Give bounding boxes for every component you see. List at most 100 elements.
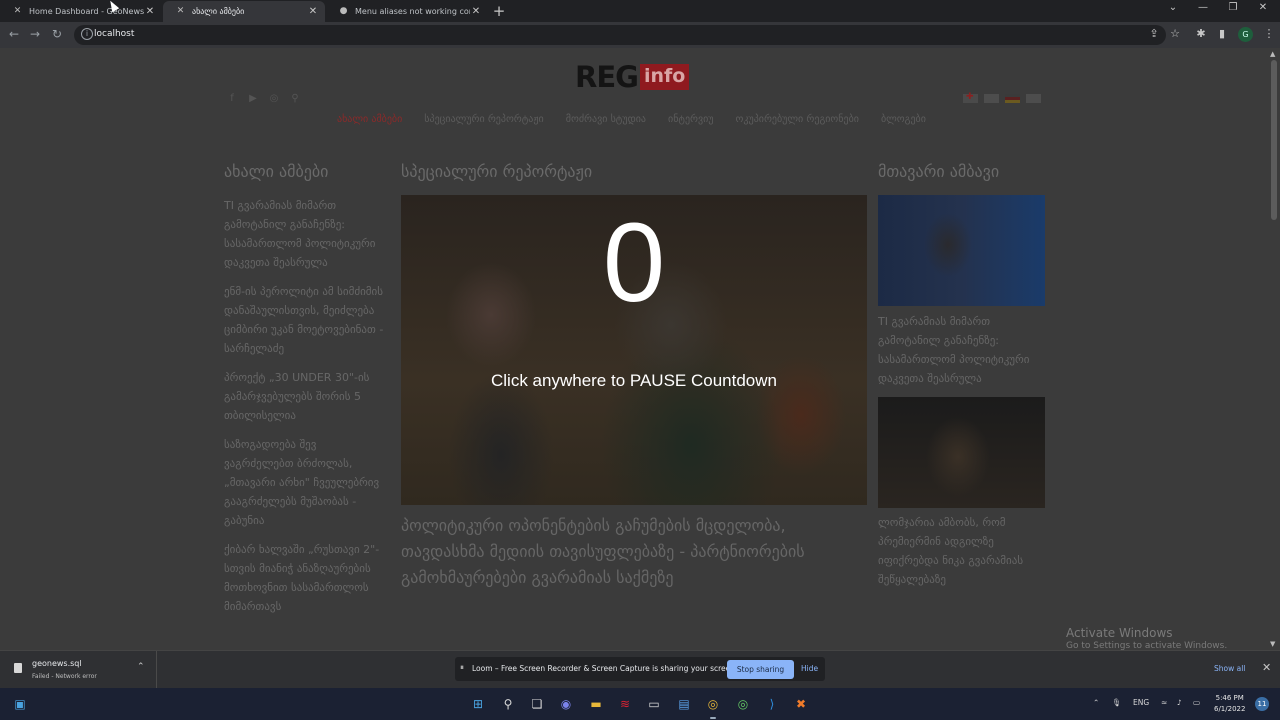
tray-chevron-icon[interactable]: ⌃ [1093, 698, 1099, 707]
georgian-flag-icon[interactable] [963, 92, 978, 103]
side-panel-icon[interactable]: ▮ [1214, 27, 1230, 40]
tab-title: ახალი ამბები [192, 7, 245, 16]
search-icon[interactable]: ⚲ [289, 93, 301, 104]
file-icon [14, 663, 22, 673]
close-icon[interactable]: ✕ [1262, 661, 1271, 674]
forward-icon[interactable]: → [27, 27, 43, 41]
logo-text: REG [575, 60, 639, 94]
english-flag-icon[interactable] [984, 94, 999, 103]
main-story-image[interactable] [878, 397, 1045, 508]
site-info-icon[interactable]: i [81, 28, 93, 40]
menu-item-interview[interactable]: ინტერვიუ [668, 114, 714, 125]
reload-icon[interactable]: ↻ [49, 27, 65, 41]
tab-title: Menu aliases not working correc [355, 7, 470, 16]
microphone-icon[interactable]: 🎙 [1112, 698, 1122, 707]
tab-news[interactable]: ✕ ახალი ამბები ✕ [163, 1, 325, 22]
share-icon[interactable]: ⇪ [1146, 27, 1162, 40]
news-list-item[interactable]: ენმ-ის პეროლიტი ამ სიმძიმის დანაშაულისთვ… [224, 282, 384, 358]
russian-flag-icon[interactable] [1026, 94, 1041, 103]
stop-sharing-button[interactable]: Stop sharing [727, 660, 794, 679]
notepad-icon[interactable]: ▤ [676, 696, 692, 712]
youtube-icon[interactable]: ▶ [247, 93, 259, 104]
menu-item-blogs[interactable]: ბლოგები [881, 114, 926, 125]
screen-share-message: Loom – Free Screen Recorder & Screen Cap… [472, 664, 738, 673]
restore-icon[interactable]: ❐ [1223, 2, 1243, 13]
page-scrollbar[interactable]: ▲ ▼ [1268, 48, 1280, 650]
countdown-pause-message[interactable]: Click anywhere to PAUSE Countdown [401, 371, 867, 391]
download-status: Failed - Network error [32, 673, 97, 680]
xampp-icon[interactable]: ✖ [793, 696, 809, 712]
chat-icon[interactable]: ◉ [558, 696, 574, 712]
tab-github[interactable]: ● Menu aliases not working correc ✕ [326, 1, 488, 22]
watermark-title: Activate Windows [1066, 626, 1173, 640]
site-logo[interactable]: REG info [575, 60, 690, 94]
file-explorer-icon[interactable]: ▬ [588, 696, 604, 712]
close-tab-icon[interactable]: ✕ [470, 6, 482, 17]
profile-avatar[interactable]: G [1238, 27, 1253, 42]
tab-search-icon[interactable]: ⌄ [1163, 2, 1183, 13]
bookmark-star-icon[interactable]: ☆ [1167, 27, 1183, 40]
close-tab-icon[interactable]: ✕ [307, 6, 319, 17]
screen-share-banner: ⏸ Loom – Free Screen Recorder & Screen C… [455, 657, 825, 681]
scroll-down-icon[interactable]: ▼ [1270, 640, 1275, 648]
news-list-item[interactable]: TI გვარამიას მიმართ გამოტანილ განაჩენზე:… [224, 196, 384, 272]
tab-title: Home Dashboard - GeoNews - Ad [29, 7, 144, 16]
back-icon[interactable]: ← [6, 27, 22, 41]
chrome-alt-icon[interactable]: ◎ [735, 696, 751, 712]
menu-item-news[interactable]: ახალი ამბები [337, 114, 402, 125]
windows-widgets-icon[interactable]: ▣ [12, 696, 28, 712]
extensions-icon[interactable]: ✱ [1193, 27, 1209, 40]
x-icon: ✕ [13, 6, 22, 16]
close-window-icon[interactable]: ✕ [1253, 2, 1273, 13]
notification-badge[interactable]: 11 [1255, 697, 1269, 711]
menu-item-mobile-studio[interactable]: მოძრავი სტუდია [566, 114, 646, 125]
filezilla-icon[interactable]: ≋ [617, 696, 633, 712]
news-list: TI გვარამიას მიმართ გამოტანილ განაჩენზე:… [224, 196, 384, 626]
scrollbar-thumb[interactable] [1271, 60, 1277, 220]
chevron-up-icon[interactable]: ⌃ [137, 662, 145, 672]
battery-icon[interactable]: ▭ [1193, 698, 1200, 707]
new-tab-button[interactable]: + [490, 2, 508, 20]
close-tab-icon[interactable]: ✕ [144, 6, 156, 17]
address-bar[interactable]: i localhost [74, 25, 1166, 45]
activate-windows-watermark: Activate Windows Go to Settings to activ… [1066, 626, 1227, 650]
github-icon: ● [339, 6, 348, 16]
menu-item-occupied-regions[interactable]: ოკუპირებული რეგიონები [736, 114, 859, 125]
scroll-up-icon[interactable]: ▲ [1270, 50, 1275, 58]
main-menu: ახალი ამბები სპეციალური რეპორტაჟი მოძრავ… [337, 114, 926, 125]
pause-icon: ⏸ [460, 663, 464, 672]
language-indicator[interactable]: ENG [1133, 698, 1149, 707]
instagram-icon[interactable]: ◎ [268, 93, 280, 104]
web-page: REG info f ▶ ◎ ⚲ ახალი ამბები სპეციალური… [0, 48, 1268, 650]
task-view-icon[interactable]: ❏ [529, 696, 545, 712]
countdown-number: 0 [602, 200, 666, 325]
hide-button[interactable]: Hide [801, 664, 818, 673]
social-links: f ▶ ◎ ⚲ [226, 93, 301, 104]
volume-icon[interactable]: ♪ [1177, 698, 1182, 707]
minimize-icon[interactable]: — [1193, 2, 1213, 13]
wifi-icon[interactable]: ≈ [1161, 698, 1167, 707]
menu-item-special-report[interactable]: სპეციალური რეპორტაჟი [424, 114, 543, 125]
main-story-caption[interactable]: ლომჯარია ამბობს, რომ პრემიერმინ ადგილზე … [878, 513, 1043, 589]
terminal-icon[interactable]: ▭ [646, 696, 662, 712]
facebook-icon[interactable]: f [226, 93, 238, 104]
download-item[interactable]: geonews.sql Failed - Network error ⌃ [0, 651, 157, 689]
show-all-button[interactable]: Show all [1214, 664, 1245, 673]
news-list-item[interactable]: პროექტ „30 UNDER 30"-ის გამარჯვებულებს შ… [224, 368, 384, 425]
menu-kebab-icon[interactable]: ⋮ [1261, 27, 1277, 40]
tab-home-dashboard[interactable]: ✕ Home Dashboard - GeoNews - Ad ✕ [0, 1, 162, 22]
news-list-item[interactable]: ქიბარ ხალვაში „რუსთავი 2"-სთვის მიანიჭ ა… [224, 540, 384, 616]
main-story-caption[interactable]: TI გვარამიას მიმართ გამოტანილ განაჩენზე:… [878, 312, 1043, 388]
news-list-item[interactable]: საზოგადოება შევ ვაგრძელებთ ბრძოლას, „მთა… [224, 435, 384, 530]
main-story-image[interactable] [878, 195, 1045, 306]
hero-image[interactable]: 0 Click anywhere to PAUSE Countdown [401, 195, 867, 505]
tab-strip: ✕ Home Dashboard - GeoNews - Ad ✕ ✕ ახალ… [0, 0, 1280, 22]
chrome-icon[interactable]: ◎ [705, 696, 721, 719]
german-flag-icon[interactable] [1005, 94, 1020, 103]
search-icon[interactable]: ⚲ [500, 696, 516, 712]
clock[interactable]: 5:46 PM 6/1/2022 [1214, 693, 1245, 715]
featured-headline[interactable]: პოლიტიკური ოპონენტების გაჩუმების მცდელობ… [401, 513, 871, 591]
start-icon[interactable]: ⊞ [470, 696, 486, 712]
center-column-title: სპეციალური რეპორტაჟი [401, 162, 593, 181]
vscode-icon[interactable]: ⟩ [764, 696, 780, 712]
